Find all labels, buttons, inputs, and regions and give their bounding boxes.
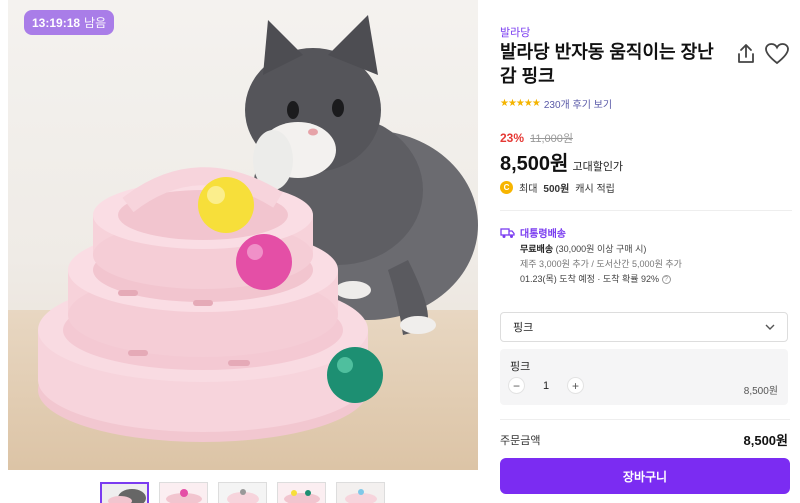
thumbnail-2[interactable] [159,482,208,503]
price-tag: 고대할인가 [572,161,624,173]
thumbnail-1[interactable] [100,482,149,503]
cash-suffix: 캐시 적립 [575,184,615,195]
discount-rate: 23% [500,131,525,145]
thumbnail-3[interactable] [218,482,267,503]
product-gallery: 13:19:18 남음 [0,0,490,503]
free-shipping-line: 무료배송 (30,000원 이상 구매 시) [520,242,682,257]
divider [500,419,790,420]
decrease-button[interactable]: − [508,377,525,394]
star-rating: ★★★★★ [500,98,541,109]
price-row: 8,500원 고대할인가 [500,147,623,176]
option-select[interactable]: 핑크 [500,312,788,342]
shipping-header: 대통령배송 [500,225,566,240]
shipping-title: 대통령배송 [520,229,566,240]
selected-option: 핑크 − 1 + 8,500원 [500,349,788,405]
truck-icon [500,227,515,238]
rating-row[interactable]: ★★★★★ 230개 후기 보기 [500,96,612,111]
wishlist-button[interactable] [764,42,790,66]
thumbnail-strip [100,482,385,503]
total-label: 주문금액 [500,435,541,447]
shipping-details: 무료배송 (30,000원 이상 구매 시) 제주 3,000원 추가 / 도서… [520,242,682,287]
add-to-cart-button[interactable]: 장바구니 [500,458,790,494]
time-remaining-badge: 13:19:18 남음 [24,10,115,35]
product-image[interactable]: 13:19:18 남음 [8,0,478,470]
reviews-link[interactable]: 230개 후기 보기 [544,96,612,111]
share-button[interactable] [734,42,758,66]
product-title: 발라당 반자동 움직이는 장난감 핑크 [500,42,714,86]
product-info-panel: 발라당 발라당 반자동 움직이는 장난감 핑크 ★★★★★ 230개 후기 보기… [500,0,792,503]
extra-fee-line: 제주 3,000원 추가 / 도서산간 5,000원 추가 [520,259,682,269]
cash-prefix: 최대 [519,184,538,195]
quantity-stepper: − 1 + [508,377,584,394]
discount-row: 23% 11,000원 [500,130,573,146]
total-value: 8,500원 [743,433,789,448]
thumbnail-5[interactable] [336,482,385,503]
coin-icon: C [500,181,513,194]
sale-price: 8,500원 [500,153,569,175]
cash-reward: C 최대 500원 캐시 적립 [500,180,615,195]
divider [500,210,792,211]
free-shipping-note: (30,000원 이상 구매 시) [555,244,647,254]
chevron-down-icon [765,324,775,330]
info-icon[interactable]: ? [661,275,671,285]
original-price: 11,000원 [530,133,573,145]
product-photo [38,15,478,442]
option-select-value: 핑크 [513,322,534,334]
option-line-price: 8,500원 [743,386,778,397]
cash-amount: 500원 [543,184,570,195]
increase-button[interactable]: + [567,377,584,394]
brand-link[interactable]: 발라당 [500,24,530,40]
eta-line: 01.23(목) 도착 예정 · 도착 확률 92% ? [520,272,682,287]
quantity-value[interactable]: 1 [531,380,561,392]
timer-value: 13:19:18 [32,15,81,30]
heart-icon [765,43,789,65]
timer-suffix: 남음 [84,16,107,30]
selected-option-name: 핑크 [510,361,531,373]
thumbnail-4[interactable] [277,482,326,503]
eta-text: 01.23(목) 도착 예정 · 도착 확률 92% [520,274,660,284]
free-shipping: 무료배송 [520,244,554,254]
share-icon [738,44,754,63]
